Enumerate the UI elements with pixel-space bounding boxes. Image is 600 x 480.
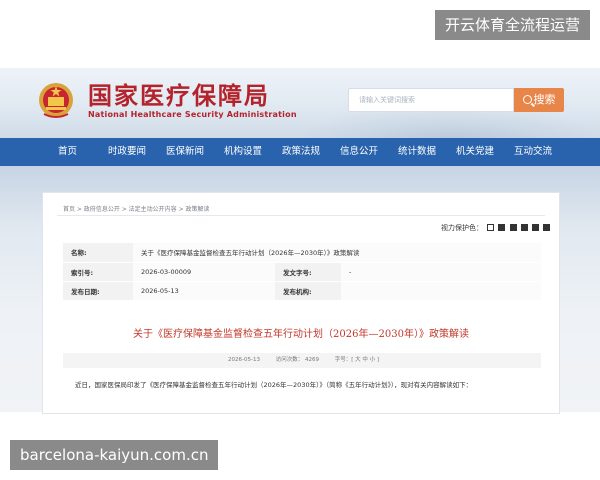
nav-item-statistics[interactable]: 统计数据 — [398, 138, 436, 166]
screenshot: 开云体育全流程运营 国家医疗保障局 National Healthcare Se… — [0, 0, 600, 480]
color-swatch[interactable] — [498, 224, 506, 231]
color-swatch[interactable] — [543, 224, 551, 231]
metadata-table: 名称: 关于《医疗保障基金监督检查五年行动计划（2026年—2030年）》政策解… — [63, 243, 541, 301]
color-swatch[interactable] — [520, 224, 528, 231]
meta-value — [341, 281, 541, 301]
vision-label: 视力保护色： — [441, 224, 483, 232]
nav-item-policy[interactable]: 政策法规 — [282, 138, 320, 166]
color-swatch[interactable] — [509, 224, 517, 231]
table-row: 发布日期: 2026-05-13 发布机构: — [63, 281, 541, 301]
table-row: 索引号: 2026-03-00009 发文字号: - — [63, 262, 541, 282]
nav-item-news[interactable]: 时政要闻 — [108, 138, 146, 166]
nav-item-organization[interactable]: 机构设置 — [224, 138, 262, 166]
color-swatch[interactable] — [532, 224, 540, 231]
meta-key: 发布机构: — [275, 281, 341, 301]
meta-value: 2026-05-13 — [133, 281, 275, 301]
color-swatch[interactable] — [487, 224, 495, 231]
font-size-switch[interactable]: 字号：[ 大 中 小 ] — [335, 357, 379, 363]
meta-key: 发文字号: — [275, 262, 341, 282]
watermark-top: 开云体育全流程运营 — [434, 10, 590, 40]
site-title[interactable]: 国家医疗保障局 — [88, 82, 270, 110]
meta-key: 名称: — [63, 243, 133, 263]
view-count: 访问次数： 4269 — [275, 357, 319, 363]
meta-value: 2026-03-00009 — [133, 262, 275, 282]
breadcrumb[interactable]: 首页 > 政府信息公开 > 法定主动公开内容 > 政策解读 — [63, 204, 210, 213]
article-body: 近日，国家医保局印发了《医疗保障基金监督检查五年行动计划（2026年—2030年… — [75, 381, 473, 389]
main-nav: 首页 时政要闻 医保新闻 机构设置 政策法规 信息公开 统计数据 机关党建 互动… — [0, 138, 600, 166]
article-card: 首页 > 政府信息公开 > 法定主动公开内容 > 政策解读 视力保护色： 名称:… — [42, 192, 560, 414]
search-button-label: 搜索 — [533, 93, 556, 106]
nav-item-home[interactable]: 首页 — [58, 138, 77, 166]
meta-key: 发布日期: — [63, 281, 133, 301]
site-title-en: National Healthcare Security Administrat… — [88, 110, 297, 119]
nav-item-disclosure[interactable]: 信息公开 — [340, 138, 378, 166]
site-header: 国家医疗保障局 National Healthcare Security Adm… — [0, 68, 600, 138]
divider — [57, 215, 545, 216]
article-info-bar: 2026-05-13 访问次数： 4269 字号：[ 大 中 小 ] — [63, 353, 541, 368]
national-emblem-icon — [39, 83, 73, 118]
publish-date: 2026-05-13 — [228, 357, 260, 363]
meta-value: 关于《医疗保障基金监督检查五年行动计划（2026年—2030年）》政策解读 — [133, 243, 541, 263]
article-title: 关于《医疗保障基金监督检查五年行动计划（2026年—2030年）》政策解读 — [133, 329, 469, 340]
search-button[interactable]: 搜索 — [514, 88, 564, 112]
search-icon — [522, 95, 532, 104]
search-input[interactable]: 请输入关键词搜索 — [348, 88, 514, 112]
nav-item-insurance-news[interactable]: 医保新闻 — [166, 138, 204, 166]
watermark-bottom: barcelona-kaiyun.com.cn — [10, 440, 219, 470]
nav-item-party[interactable]: 机关党建 — [456, 138, 494, 166]
table-row: 名称: 关于《医疗保障基金监督检查五年行动计划（2026年—2030年）》政策解… — [63, 243, 541, 263]
meta-value: - — [341, 262, 541, 282]
nav-item-interaction[interactable]: 互动交流 — [514, 138, 552, 166]
vision-protection: 视力保护色： — [441, 223, 551, 233]
meta-key: 索引号: — [63, 262, 133, 282]
